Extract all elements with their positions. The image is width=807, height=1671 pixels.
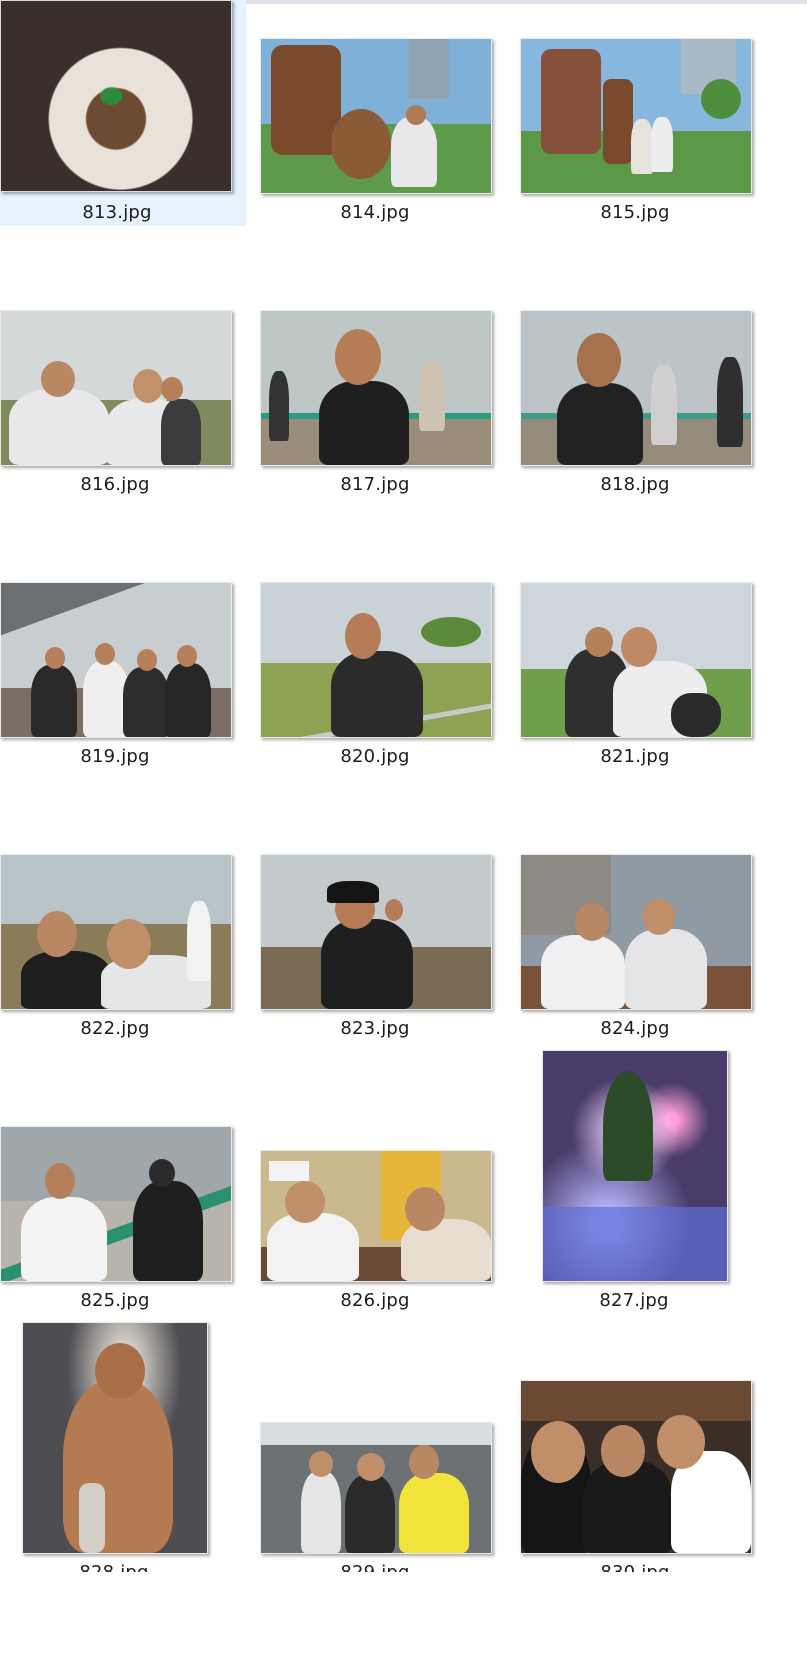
- file-item[interactable]: 814.jpg: [260, 38, 492, 226]
- file-item[interactable]: 827.jpg: [542, 1050, 728, 1314]
- thumbnail-image: [261, 855, 491, 1009]
- thumbnail-image: [261, 39, 491, 193]
- thumbnail-image: [1, 855, 231, 1009]
- file-item[interactable]: 823.jpg: [260, 854, 492, 1042]
- thumbnail: [260, 38, 492, 194]
- file-item[interactable]: 819.jpg: [0, 582, 232, 770]
- file-item[interactable]: 824.jpg: [520, 854, 752, 1042]
- thumbnail-image: [1, 311, 231, 465]
- file-name: 827.jpg: [599, 1290, 669, 1311]
- file-name: 826.jpg: [340, 1290, 410, 1311]
- file-item[interactable]: 830.jpg: [520, 1380, 752, 1671]
- thumbnail: [260, 1150, 492, 1282]
- file-name: 828.jpg: [0, 1562, 244, 1572]
- thumbnail: [0, 310, 232, 466]
- thumbnail: [22, 1322, 208, 1554]
- file-item[interactable]: 818.jpg: [520, 310, 752, 498]
- thumbnail-image: [261, 1423, 491, 1553]
- file-grid: 813.jpg 814.jpg 815.jpg 816.jpg 817.jpg …: [0, 0, 807, 1671]
- file-item[interactable]: 821.jpg: [520, 582, 752, 770]
- file-name: 817.jpg: [340, 474, 410, 495]
- file-name: 825.jpg: [80, 1290, 150, 1311]
- file-name: 821.jpg: [600, 746, 670, 767]
- file-name: 819.jpg: [80, 746, 150, 767]
- thumbnail: [542, 1050, 728, 1282]
- file-item[interactable]: 825.jpg: [0, 1126, 232, 1314]
- file-item[interactable]: 826.jpg: [260, 1150, 492, 1314]
- thumbnail-image: [521, 855, 751, 1009]
- file-item[interactable]: 829.jpg: [260, 1422, 492, 1671]
- thumbnail-image: [261, 583, 491, 737]
- file-name: 829.jpg: [245, 1562, 505, 1572]
- thumbnail: [520, 1380, 752, 1554]
- file-item[interactable]: 817.jpg: [260, 310, 492, 498]
- thumbnail: [0, 582, 232, 738]
- thumbnail: [260, 310, 492, 466]
- thumbnail: [260, 1422, 492, 1554]
- thumbnail: [520, 854, 752, 1010]
- file-name: 820.jpg: [340, 746, 410, 767]
- file-name: 822.jpg: [80, 1018, 150, 1039]
- file-name: 816.jpg: [80, 474, 150, 495]
- thumbnail-image: [521, 1381, 751, 1553]
- file-item[interactable]: 822.jpg: [0, 854, 232, 1042]
- file-name: 830.jpg: [505, 1562, 765, 1572]
- file-name: 815.jpg: [600, 202, 670, 223]
- thumbnail: [0, 1126, 232, 1282]
- thumbnail: [260, 582, 492, 738]
- thumbnail-image: [23, 1323, 207, 1553]
- thumbnail: [0, 854, 232, 1010]
- thumbnail-image: [521, 39, 751, 193]
- file-item[interactable]: 816.jpg: [0, 310, 232, 498]
- thumbnail-image: [521, 583, 751, 737]
- file-item[interactable]: 828.jpg: [22, 1322, 208, 1671]
- file-name: 813.jpg: [82, 202, 152, 223]
- thumbnail-image: [1, 1127, 231, 1281]
- thumbnail-image: [543, 1051, 727, 1281]
- thumbnail: [520, 582, 752, 738]
- thumbnail: [520, 310, 752, 466]
- thumbnail-image: [521, 311, 751, 465]
- thumbnail: [0, 0, 232, 192]
- file-name: 823.jpg: [340, 1018, 410, 1039]
- thumbnail: [260, 854, 492, 1010]
- thumbnail-image: [261, 311, 491, 465]
- file-item[interactable]: 820.jpg: [260, 582, 492, 770]
- thumbnail-image: [1, 1, 231, 191]
- file-name: 824.jpg: [600, 1018, 670, 1039]
- file-item[interactable]: 813.jpg: [0, 0, 246, 226]
- file-name: 818.jpg: [600, 474, 670, 495]
- thumbnail-image: [261, 1151, 491, 1281]
- file-name: 814.jpg: [340, 202, 410, 223]
- thumbnail: [520, 38, 752, 194]
- file-item[interactable]: 815.jpg: [520, 38, 752, 226]
- thumbnail-image: [1, 583, 231, 737]
